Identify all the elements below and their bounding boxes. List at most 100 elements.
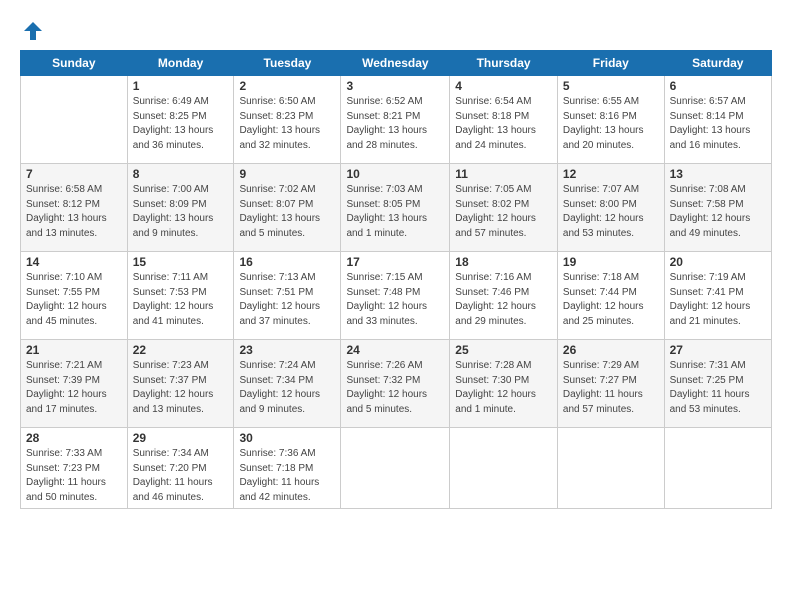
day-info: Sunrise: 7:29 AM Sunset: 7:27 PM Dayligh…	[563, 359, 659, 417]
calendar-cell: 24 Sunrise: 7:26 AM Sunset: 7:32 PM Dayli…	[341, 340, 450, 428]
day-info: Sunrise: 6:50 AM Sunset: 8:23 PM Dayligh…	[239, 95, 335, 153]
weekday-header: Friday	[557, 51, 664, 76]
calendar-cell: 11Sunrise: 7:05 AM Sunset: 8:02 PM Dayli…	[450, 164, 558, 252]
day-number: 17	[346, 255, 444, 269]
calendar-cell	[664, 428, 771, 509]
day-number: 15	[133, 255, 229, 269]
calendar-cell: 27 Sunrise: 7:31 AM Sunset: 7:25 PM Dayli…	[664, 340, 771, 428]
day-number: 29	[133, 431, 229, 445]
weekday-header: Tuesday	[234, 51, 341, 76]
weekday-header: Saturday	[664, 51, 771, 76]
weekday-header: Wednesday	[341, 51, 450, 76]
calendar-cell: 6 Sunrise: 6:57 AM Sunset: 8:14 PM Daylig…	[664, 76, 771, 164]
day-number: 24	[346, 343, 444, 357]
day-number: 13	[670, 167, 766, 181]
calendar-cell: 8 Sunrise: 7:00 AM Sunset: 8:09 PM Daylig…	[127, 164, 234, 252]
logo-icon	[22, 20, 44, 42]
day-info: Sunrise: 7:28 AM Sunset: 7:30 PM Dayligh…	[455, 359, 552, 417]
calendar-cell: 7 Sunrise: 6:58 AM Sunset: 8:12 PM Daylig…	[21, 164, 128, 252]
calendar-cell: 21 Sunrise: 7:21 AM Sunset: 7:39 PM Dayli…	[21, 340, 128, 428]
day-number: 22	[133, 343, 229, 357]
day-info: Sunrise: 7:10 AM Sunset: 7:55 PM Dayligh…	[26, 271, 122, 329]
header	[20, 16, 772, 42]
day-info: Sunrise: 7:18 AM Sunset: 7:44 PM Dayligh…	[563, 271, 659, 329]
day-number: 8	[133, 167, 229, 181]
calendar-cell: 4 Sunrise: 6:54 AM Sunset: 8:18 PM Daylig…	[450, 76, 558, 164]
day-number: 23	[239, 343, 335, 357]
day-info: Sunrise: 7:36 AM Sunset: 7:18 PM Dayligh…	[239, 447, 335, 505]
day-info: Sunrise: 7:21 AM Sunset: 7:39 PM Dayligh…	[26, 359, 122, 417]
calendar-cell: 15 Sunrise: 7:11 AM Sunset: 7:53 PM Dayli…	[127, 252, 234, 340]
calendar-cell: 30 Sunrise: 7:36 AM Sunset: 7:18 PM Dayli…	[234, 428, 341, 509]
day-number: 20	[670, 255, 766, 269]
calendar-cell: 25 Sunrise: 7:28 AM Sunset: 7:30 PM Dayli…	[450, 340, 558, 428]
day-number: 4	[455, 79, 552, 93]
day-number: 5	[563, 79, 659, 93]
day-number: 30	[239, 431, 335, 445]
calendar-cell: 20 Sunrise: 7:19 AM Sunset: 7:41 PM Dayli…	[664, 252, 771, 340]
day-number: 12	[563, 167, 659, 181]
calendar-cell	[341, 428, 450, 509]
calendar-cell	[21, 76, 128, 164]
calendar-cell	[557, 428, 664, 509]
calendar-cell: 18 Sunrise: 7:16 AM Sunset: 7:46 PM Dayli…	[450, 252, 558, 340]
day-info: Sunrise: 7:11 AM Sunset: 7:53 PM Dayligh…	[133, 271, 229, 329]
day-info: Sunrise: 7:33 AM Sunset: 7:23 PM Dayligh…	[26, 447, 122, 505]
weekday-header: Sunday	[21, 51, 128, 76]
day-info: Sunrise: 7:23 AM Sunset: 7:37 PM Dayligh…	[133, 359, 229, 417]
day-info: Sunrise: 7:16 AM Sunset: 7:46 PM Dayligh…	[455, 271, 552, 329]
calendar-cell: 19 Sunrise: 7:18 AM Sunset: 7:44 PM Dayli…	[557, 252, 664, 340]
day-info: Sunrise: 7:07 AM Sunset: 8:00 PM Dayligh…	[563, 183, 659, 241]
day-number: 25	[455, 343, 552, 357]
day-info: Sunrise: 6:57 AM Sunset: 8:14 PM Dayligh…	[670, 95, 766, 153]
day-number: 7	[26, 167, 122, 181]
day-number: 11	[455, 167, 552, 181]
day-number: 14	[26, 255, 122, 269]
day-number: 6	[670, 79, 766, 93]
calendar-cell: 23 Sunrise: 7:24 AM Sunset: 7:34 PM Dayli…	[234, 340, 341, 428]
day-number: 21	[26, 343, 122, 357]
day-number: 27	[670, 343, 766, 357]
day-number: 2	[239, 79, 335, 93]
day-info: Sunrise: 7:02 AM Sunset: 8:07 PM Dayligh…	[239, 183, 335, 241]
day-info: Sunrise: 7:31 AM Sunset: 7:25 PM Dayligh…	[670, 359, 766, 417]
day-info: Sunrise: 7:34 AM Sunset: 7:20 PM Dayligh…	[133, 447, 229, 505]
day-info: Sunrise: 6:58 AM Sunset: 8:12 PM Dayligh…	[26, 183, 122, 241]
day-number: 9	[239, 167, 335, 181]
calendar-cell: 22 Sunrise: 7:23 AM Sunset: 7:37 PM Dayli…	[127, 340, 234, 428]
day-info: Sunrise: 7:15 AM Sunset: 7:48 PM Dayligh…	[346, 271, 444, 329]
logo	[20, 20, 44, 42]
calendar-cell: 28 Sunrise: 7:33 AM Sunset: 7:23 PM Dayli…	[21, 428, 128, 509]
day-number: 19	[563, 255, 659, 269]
calendar-cell: 29 Sunrise: 7:34 AM Sunset: 7:20 PM Dayli…	[127, 428, 234, 509]
day-info: Sunrise: 7:00 AM Sunset: 8:09 PM Dayligh…	[133, 183, 229, 241]
day-number: 16	[239, 255, 335, 269]
day-info: Sunrise: 7:08 AM Sunset: 7:58 PM Dayligh…	[670, 183, 766, 241]
calendar-cell: 3Sunrise: 6:52 AM Sunset: 8:21 PM Daylig…	[341, 76, 450, 164]
day-info: Sunrise: 7:03 AM Sunset: 8:05 PM Dayligh…	[346, 183, 444, 241]
day-info: Sunrise: 6:55 AM Sunset: 8:16 PM Dayligh…	[563, 95, 659, 153]
day-number: 26	[563, 343, 659, 357]
day-info: Sunrise: 6:54 AM Sunset: 8:18 PM Dayligh…	[455, 95, 552, 153]
calendar-cell: 9 Sunrise: 7:02 AM Sunset: 8:07 PM Daylig…	[234, 164, 341, 252]
calendar-cell: 26 Sunrise: 7:29 AM Sunset: 7:27 PM Dayli…	[557, 340, 664, 428]
calendar-cell: 13 Sunrise: 7:08 AM Sunset: 7:58 PM Dayli…	[664, 164, 771, 252]
day-number: 28	[26, 431, 122, 445]
calendar-cell: 17 Sunrise: 7:15 AM Sunset: 7:48 PM Dayli…	[341, 252, 450, 340]
day-number: 18	[455, 255, 552, 269]
calendar-cell: 2 Sunrise: 6:50 AM Sunset: 8:23 PM Daylig…	[234, 76, 341, 164]
day-info: Sunrise: 7:26 AM Sunset: 7:32 PM Dayligh…	[346, 359, 444, 417]
main-container: SundayMondayTuesdayWednesdayThursdayFrid…	[0, 0, 792, 519]
calendar-cell: 14 Sunrise: 7:10 AM Sunset: 7:55 PM Dayli…	[21, 252, 128, 340]
day-info: Sunrise: 7:13 AM Sunset: 7:51 PM Dayligh…	[239, 271, 335, 329]
day-number: 10	[346, 167, 444, 181]
calendar-cell: 16 Sunrise: 7:13 AM Sunset: 7:51 PM Dayli…	[234, 252, 341, 340]
weekday-header: Thursday	[450, 51, 558, 76]
calendar-cell	[450, 428, 558, 509]
calendar-cell: 12 Sunrise: 7:07 AM Sunset: 8:00 PM Dayli…	[557, 164, 664, 252]
calendar-cell: 10 Sunrise: 7:03 AM Sunset: 8:05 PM Dayli…	[341, 164, 450, 252]
day-info: Sunrise: 7:19 AM Sunset: 7:41 PM Dayligh…	[670, 271, 766, 329]
day-info: Sunrise: 7:24 AM Sunset: 7:34 PM Dayligh…	[239, 359, 335, 417]
day-info: Sunrise: 6:49 AM Sunset: 8:25 PM Dayligh…	[133, 95, 229, 153]
calendar-cell: 1Sunrise: 6:49 AM Sunset: 8:25 PM Daylig…	[127, 76, 234, 164]
